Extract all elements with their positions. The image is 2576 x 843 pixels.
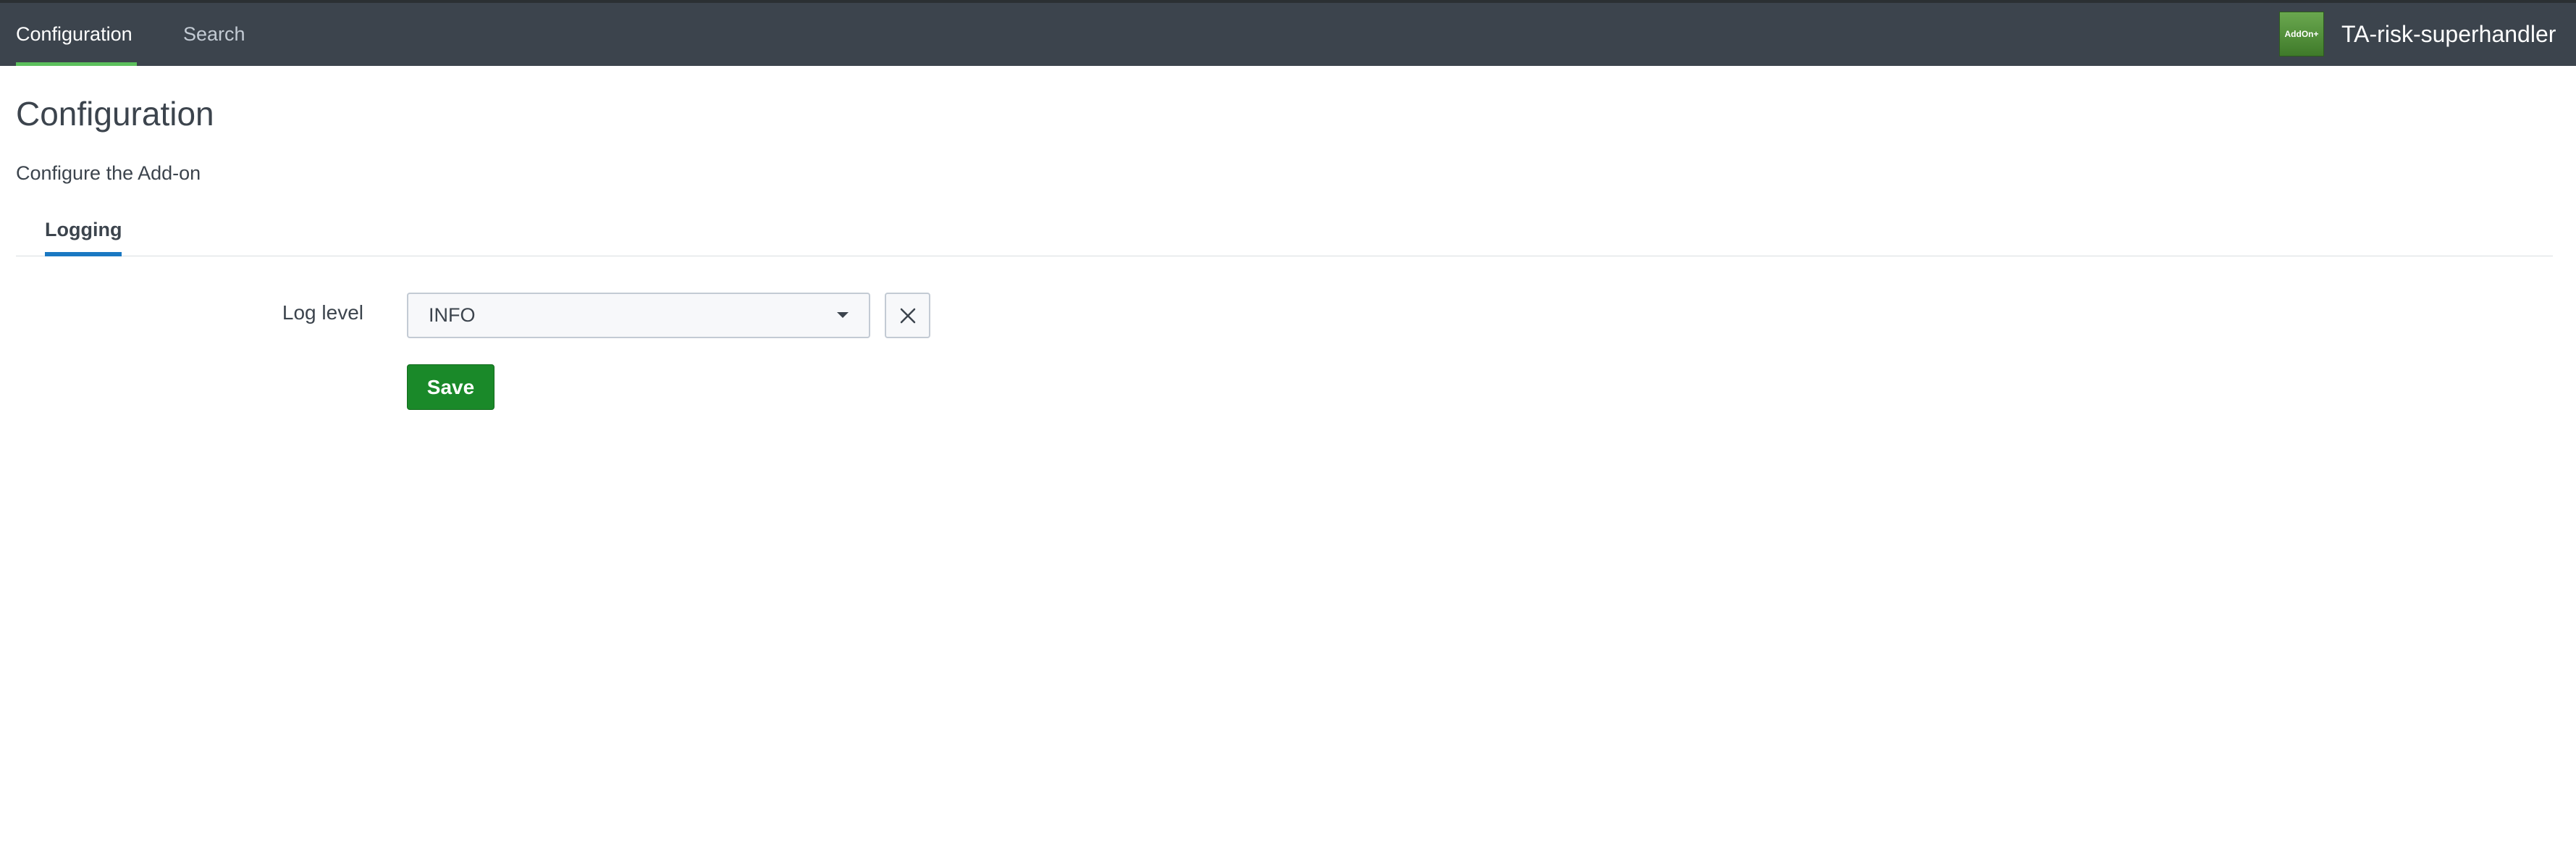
close-icon [900,308,915,323]
nav-tab-search-label: Search [183,23,245,45]
log-level-label: Log level [282,301,363,324]
log-level-value: INFO [429,304,476,326]
nav-tab-configuration[interactable]: Configuration [16,3,137,66]
clear-log-level-button[interactable] [885,293,930,338]
tab-bar: Logging [16,210,2553,256]
save-button[interactable]: Save [407,364,494,410]
page-description: Configure the Add-on [16,162,201,184]
save-button-label: Save [426,375,475,398]
caret-down-icon [837,312,849,318]
app-name: TA-risk-superhandler [2341,21,2556,47]
app-logo-icon: AddOn+ [2279,12,2324,56]
page-title: Configuration [16,95,214,133]
nav-tab-configuration-label: Configuration [16,23,132,45]
log-level-select[interactable]: INFO [407,293,870,338]
nav-tab-search[interactable]: Search [183,3,245,66]
tab-logging-label: Logging [45,219,122,240]
tab-logging[interactable]: Logging [45,219,122,256]
app-logo-text: AddOn+ [2284,29,2319,39]
top-navigation-bar: Configuration Search AddOn+ TA-risk-supe… [0,0,2576,66]
